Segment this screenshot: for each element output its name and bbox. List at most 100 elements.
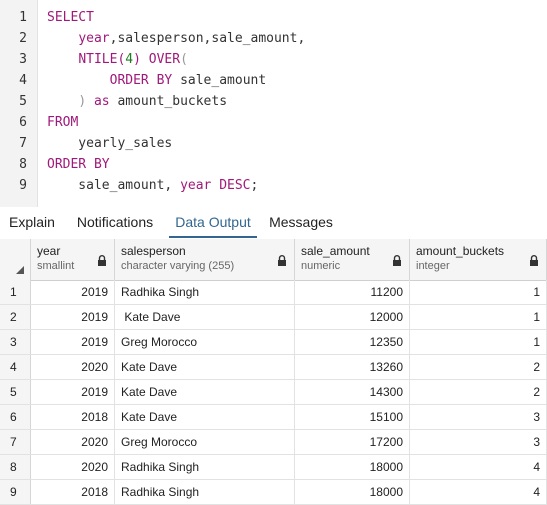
- row-number[interactable]: 4: [0, 355, 31, 379]
- cell-sale-amount[interactable]: 15100: [295, 405, 410, 429]
- lock-icon: [97, 253, 107, 266]
- cell-salesperson[interactable]: Greg Morocco: [115, 430, 295, 454]
- line-number: 7: [19, 136, 27, 151]
- cell-amount-buckets[interactable]: 3: [410, 405, 547, 429]
- column-header-year[interactable]: year smallint: [31, 239, 115, 280]
- row-number[interactable]: 2: [0, 305, 31, 329]
- code-token: 4: [125, 52, 134, 67]
- code-line: 4 ORDER BY sale_amount: [0, 70, 547, 91]
- cell-amount-buckets[interactable]: 4: [410, 480, 547, 504]
- code-line: 7 yearly_sales: [0, 133, 547, 154]
- cell-sale-amount[interactable]: 12350: [295, 330, 410, 354]
- cell-year[interactable]: 2020: [31, 455, 115, 479]
- sort-triangle-icon: [16, 266, 24, 274]
- cell-salesperson[interactable]: Kate Dave: [115, 305, 295, 329]
- cell-sale-amount[interactable]: 18000: [295, 455, 410, 479]
- code-line: 1 SELECT: [0, 7, 547, 28]
- column-header-salesperson[interactable]: salesperson character varying (255): [115, 239, 295, 280]
- row-number[interactable]: 8: [0, 455, 31, 479]
- code-token: year: [78, 31, 110, 46]
- cell-salesperson[interactable]: Kate Dave: [115, 380, 295, 404]
- line-number: 1: [19, 10, 27, 25]
- code-text: ) as amount_buckets: [47, 91, 227, 112]
- code-token: yearly_sales: [47, 136, 173, 151]
- code-token: sale_amount,: [47, 178, 181, 193]
- code-text: FROM: [47, 112, 78, 133]
- table-row[interactable]: 8 2020 Radhika Singh 18000 4: [0, 455, 547, 480]
- cell-salesperson[interactable]: Greg Morocco: [115, 330, 295, 354]
- row-number[interactable]: 9: [0, 480, 31, 504]
- tab-messages[interactable]: Messages: [266, 207, 336, 238]
- line-number: 6: [19, 115, 27, 130]
- code-text: yearly_sales: [47, 133, 172, 154]
- lock-icon: [277, 253, 287, 266]
- cell-salesperson[interactable]: Radhika Singh: [115, 480, 295, 504]
- tab-data-output[interactable]: Data Output: [169, 207, 257, 238]
- cell-sale-amount[interactable]: 18000: [295, 480, 410, 504]
- column-type: character varying (255): [121, 260, 235, 272]
- cell-year[interactable]: 2019: [31, 380, 115, 404]
- code-text: year,salesperson,sale_amount,: [47, 28, 305, 49]
- row-number[interactable]: 6: [0, 405, 31, 429]
- row-number[interactable]: 3: [0, 330, 31, 354]
- cell-year[interactable]: 2018: [31, 405, 115, 429]
- code-token: ) OVER: [133, 52, 181, 67]
- table-row[interactable]: 6 2018 Kate Dave 15100 3: [0, 405, 547, 430]
- table-row[interactable]: 4 2020 Kate Dave 13260 2: [0, 355, 547, 380]
- code-text: sale_amount, year DESC;: [47, 175, 258, 196]
- table-row[interactable]: 2 2019 Kate Dave 12000 1: [0, 305, 547, 330]
- cell-sale-amount[interactable]: 13260: [295, 355, 410, 379]
- cell-year[interactable]: 2018: [31, 480, 115, 504]
- cell-salesperson[interactable]: Kate Dave: [115, 405, 295, 429]
- cell-amount-buckets[interactable]: 1: [410, 280, 547, 304]
- cell-sale-amount[interactable]: 17200: [295, 430, 410, 454]
- line-number: 2: [19, 31, 27, 46]
- select-all-corner[interactable]: [0, 239, 31, 280]
- code-token: ): [78, 94, 87, 109]
- table-row[interactable]: 5 2019 Kate Dave 14300 2: [0, 380, 547, 405]
- tab-explain[interactable]: Explain: [6, 207, 58, 238]
- row-number[interactable]: 1: [0, 280, 31, 304]
- cell-amount-buckets[interactable]: 2: [410, 380, 547, 404]
- table-row[interactable]: 9 2018 Radhika Singh 18000 4: [0, 480, 547, 505]
- cell-sale-amount[interactable]: 12000: [295, 305, 410, 329]
- sql-editor[interactable]: 1 SELECT 2 year,salesperson,sale_amount, 3 …: [0, 0, 547, 208]
- code-token: ,salesperson,sale_amount,: [109, 31, 306, 46]
- cell-salesperson[interactable]: Radhika Singh: [115, 455, 295, 479]
- cell-sale-amount[interactable]: 14300: [295, 380, 410, 404]
- cell-year[interactable]: 2020: [31, 355, 115, 379]
- row-number[interactable]: 5: [0, 380, 31, 404]
- table-row[interactable]: 3 2019 Greg Morocco 12350 1: [0, 330, 547, 355]
- output-tabs: Explain Notifications Data Output Messag…: [0, 207, 547, 240]
- cell-year[interactable]: 2020: [31, 430, 115, 454]
- code-line: 5 ) as amount_buckets: [0, 91, 547, 112]
- cell-amount-buckets[interactable]: 2: [410, 355, 547, 379]
- cell-salesperson[interactable]: Kate Dave: [115, 355, 295, 379]
- column-header-sale-amount[interactable]: sale_amount numeric: [295, 239, 410, 280]
- code-text: ORDER BY: [47, 154, 110, 175]
- cell-sale-amount[interactable]: 11200: [295, 280, 410, 304]
- table-row[interactable]: 7 2020 Greg Morocco 17200 3: [0, 430, 547, 455]
- cell-amount-buckets[interactable]: 4: [410, 455, 547, 479]
- cell-amount-buckets[interactable]: 1: [410, 330, 547, 354]
- code-token: amount_buckets: [109, 94, 228, 109]
- code-token: ;: [250, 178, 259, 193]
- line-number: 8: [19, 157, 27, 172]
- lock-icon: [529, 253, 539, 266]
- cell-salesperson[interactable]: Radhika Singh: [115, 280, 295, 304]
- cell-amount-buckets[interactable]: 3: [410, 430, 547, 454]
- code-line: 6 FROM: [0, 112, 547, 133]
- tab-notifications[interactable]: Notifications: [71, 207, 159, 238]
- cell-year[interactable]: 2019: [31, 305, 115, 329]
- column-name: salesperson: [121, 244, 186, 258]
- line-number: 4: [19, 73, 27, 88]
- cell-year[interactable]: 2019: [31, 330, 115, 354]
- cell-amount-buckets[interactable]: 1: [410, 305, 547, 329]
- table-row[interactable]: 1 2019 Radhika Singh 11200 1: [0, 280, 547, 305]
- cell-year[interactable]: 2019: [31, 280, 115, 304]
- column-header-amount-buckets[interactable]: amount_buckets integer: [410, 239, 547, 280]
- row-number[interactable]: 7: [0, 430, 31, 454]
